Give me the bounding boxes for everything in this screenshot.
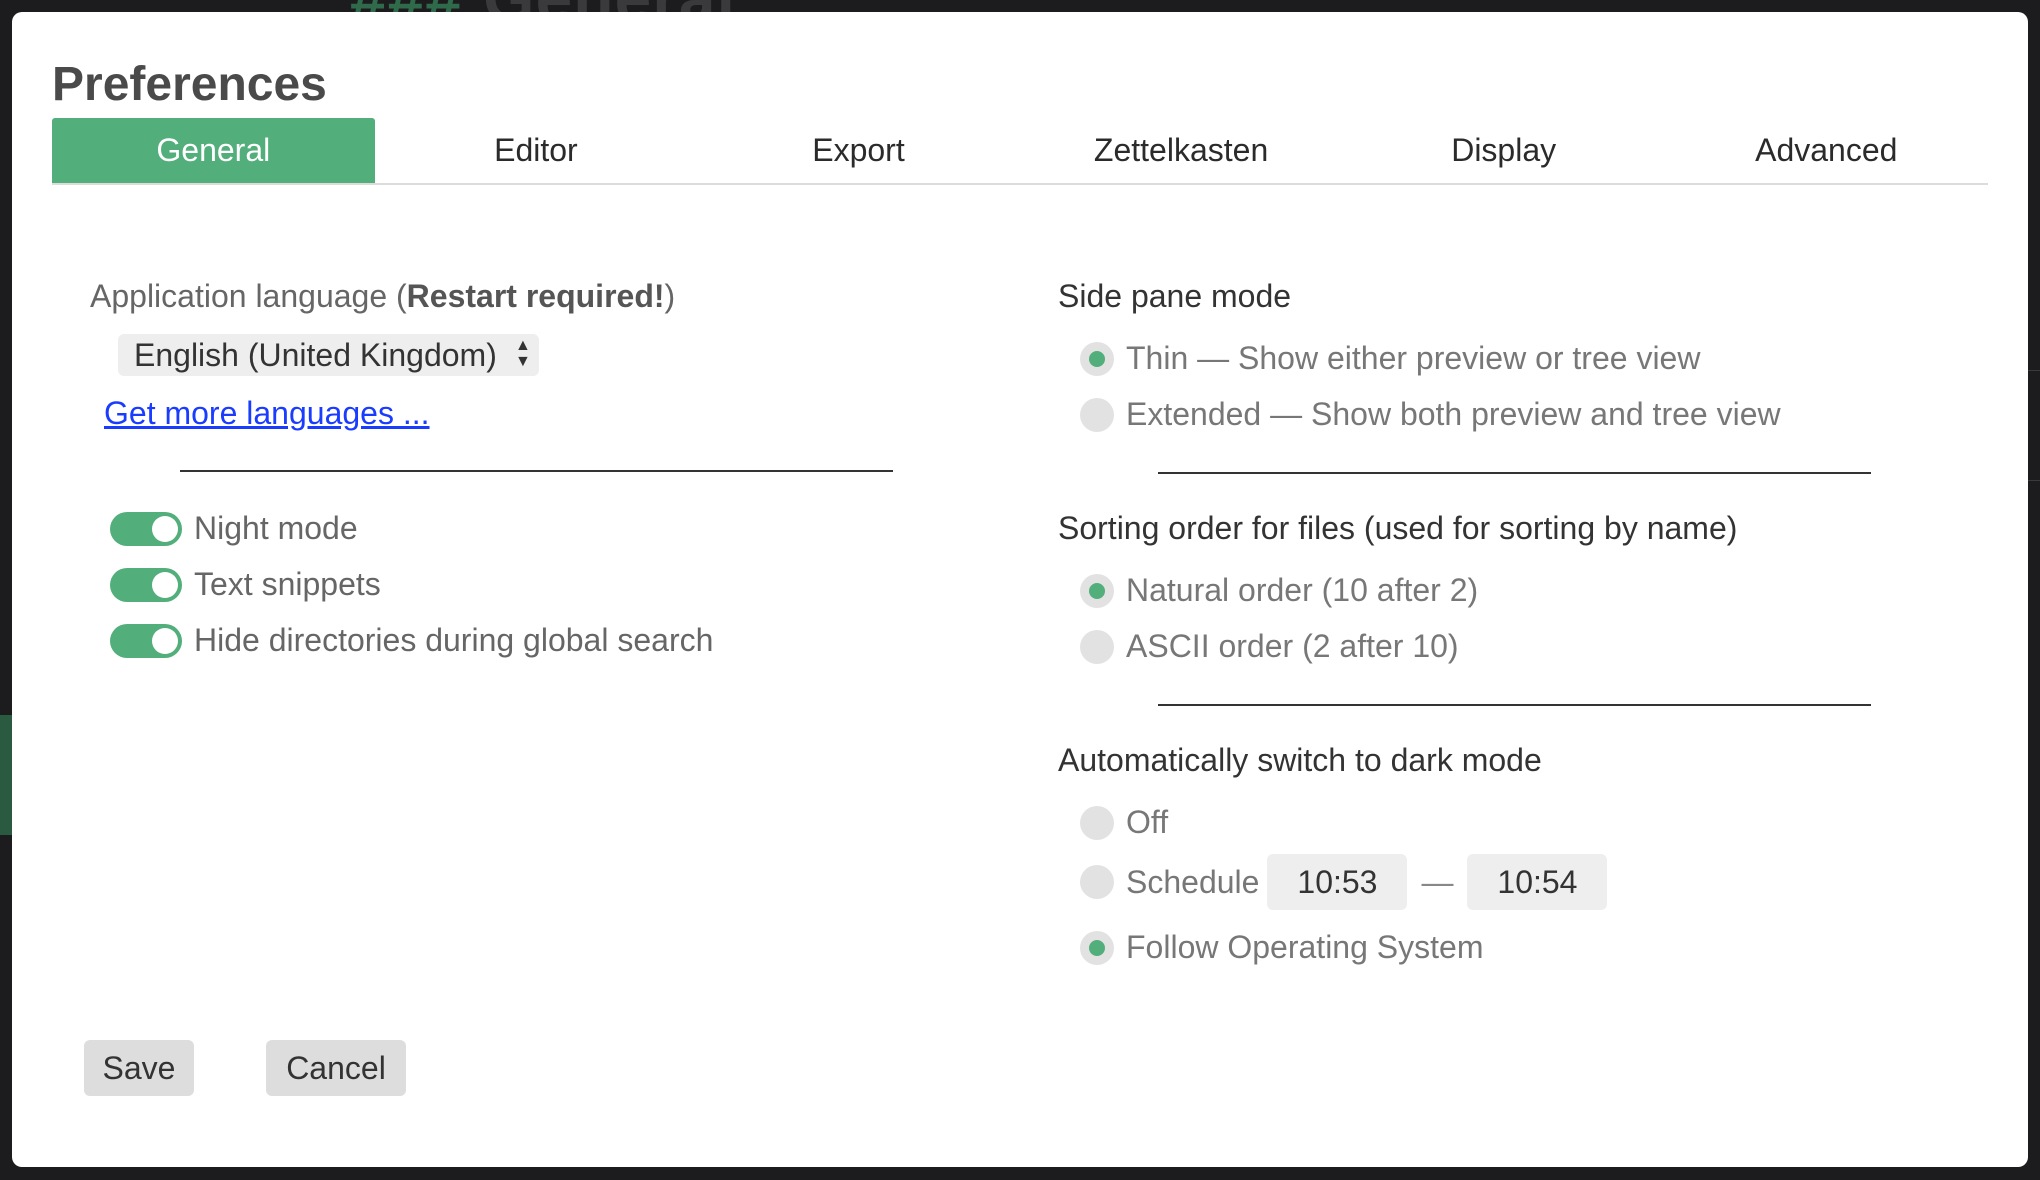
radio-sort-ascii[interactable]: ASCII order (2 after 10) xyxy=(1080,628,1459,665)
time-separator: — xyxy=(1421,863,1454,900)
tab-editor[interactable]: Editor xyxy=(375,118,698,183)
radio-button-selected[interactable] xyxy=(1080,930,1114,965)
radio-label: Thin — Show either preview or tree view xyxy=(1126,340,1701,376)
radio-side-pane-thin[interactable]: Thin — Show either preview or tree view xyxy=(1080,340,1700,377)
schedule-start-time-input[interactable]: 10:53 xyxy=(1267,854,1408,910)
radio-label: Follow Operating System xyxy=(1126,929,1484,965)
background-sidebar-highlight xyxy=(0,715,12,835)
radio-button-selected[interactable] xyxy=(1080,573,1114,608)
radio-sort-natural[interactable]: Natural order (10 after 2) xyxy=(1080,572,1478,609)
radio-label: ASCII order (2 after 10) xyxy=(1126,628,1459,664)
radio-label: Off xyxy=(1126,804,1169,840)
preferences-dialog: Preferences General Editor Export Zettel… xyxy=(12,12,2028,1167)
tab-advanced[interactable]: Advanced xyxy=(1665,118,1988,183)
divider xyxy=(1158,472,1871,474)
night-mode-switch[interactable] xyxy=(110,511,182,546)
radio-label: Extended — Show both preview and tree vi… xyxy=(1126,396,1781,432)
radio-side-pane-extended[interactable]: Extended — Show both preview and tree vi… xyxy=(1080,396,1781,433)
hide-directories-switch[interactable] xyxy=(110,623,182,658)
divider xyxy=(1158,704,1871,706)
radio-label: Natural order (10 after 2) xyxy=(1126,572,1479,608)
dark-mode-title: Automatically switch to dark mode xyxy=(1058,742,1542,778)
radio-button-selected[interactable] xyxy=(1080,341,1114,376)
select-arrows-icon: ▲ ▼ xyxy=(515,337,531,370)
tab-export[interactable]: Export xyxy=(697,118,1020,183)
save-button[interactable]: Save xyxy=(84,1040,194,1096)
toggle-night-mode[interactable]: Night mode xyxy=(110,510,358,547)
sorting-title: Sorting order for files (used for sortin… xyxy=(1058,510,1738,546)
tab-general[interactable]: General xyxy=(52,118,375,183)
radio-button[interactable] xyxy=(1080,397,1114,432)
radio-dark-mode-schedule[interactable]: Schedule 10:53 — 10:54 xyxy=(1080,854,1608,910)
tab-display[interactable]: Display xyxy=(1342,118,1665,183)
radio-dark-mode-follow-os[interactable]: Follow Operating System xyxy=(1080,929,1483,966)
side-pane-title: Side pane mode xyxy=(1058,278,1292,314)
schedule-end-time-input[interactable]: 10:54 xyxy=(1467,854,1608,910)
toggle-hide-directories[interactable]: Hide directories during global search xyxy=(110,622,713,659)
get-more-languages-link[interactable]: Get more languages ... xyxy=(104,395,430,432)
language-select-value: English (United Kingdom) xyxy=(134,336,497,373)
language-label: Application language (Restart required!) xyxy=(90,278,676,314)
radio-label: Schedule xyxy=(1126,863,1260,900)
dialog-title: Preferences xyxy=(52,58,327,111)
radio-dark-mode-off[interactable]: Off xyxy=(1080,804,1168,841)
cancel-button[interactable]: Cancel xyxy=(266,1040,406,1096)
toggle-label: Night mode xyxy=(194,510,358,546)
divider xyxy=(180,470,893,472)
radio-button[interactable] xyxy=(1080,805,1114,840)
radio-button[interactable] xyxy=(1080,865,1114,899)
toggle-label: Text snippets xyxy=(194,566,381,602)
toggle-label: Hide directories during global search xyxy=(194,622,714,658)
background-divider xyxy=(2028,480,2040,481)
tab-zettelkasten[interactable]: Zettelkasten xyxy=(1020,118,1343,183)
background-divider xyxy=(2028,370,2040,371)
toggle-text-snippets[interactable]: Text snippets xyxy=(110,566,381,603)
text-snippets-switch[interactable] xyxy=(110,567,182,602)
radio-button[interactable] xyxy=(1080,629,1114,664)
tab-bar: General Editor Export Zettelkasten Displ… xyxy=(52,118,1988,185)
language-select[interactable]: English (United Kingdom) ▲ ▼ xyxy=(118,334,539,376)
